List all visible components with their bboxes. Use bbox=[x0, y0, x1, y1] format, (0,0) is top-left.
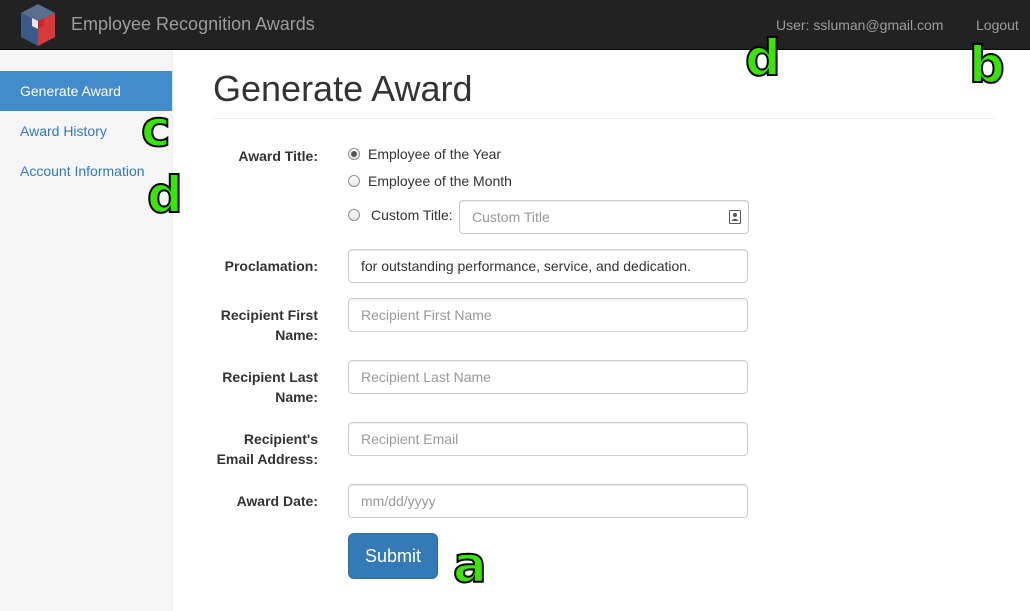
first-name-label-line1: Recipient First bbox=[220, 307, 318, 323]
radio-button[interactable] bbox=[348, 175, 360, 187]
first-name-label-line2: Name: bbox=[275, 327, 318, 343]
top-navbar: Employee Recognition Awards User: ssluma… bbox=[0, 0, 1030, 50]
first-name-label: Recipient First Name: bbox=[168, 305, 318, 345]
brand-title[interactable]: Employee Recognition Awards bbox=[71, 14, 315, 35]
radio-custom-title[interactable]: Custom Title: bbox=[348, 207, 453, 223]
radio-button[interactable] bbox=[348, 209, 360, 221]
email-label-line2: Email Address: bbox=[216, 451, 318, 467]
award-date-input[interactable] bbox=[348, 484, 748, 518]
radio-label: Employee of the Month bbox=[368, 173, 512, 189]
award-title-label: Award Title: bbox=[238, 148, 318, 164]
radio-employee-of-the-year[interactable]: Employee of the Year bbox=[348, 146, 501, 162]
logout-link[interactable]: Logout bbox=[976, 17, 1019, 33]
proclamation-input[interactable] bbox=[348, 249, 748, 283]
page-title: Generate Award bbox=[213, 68, 473, 109]
email-label: Recipient's Email Address: bbox=[168, 429, 318, 469]
annotation-d-top: d bbox=[744, 29, 782, 87]
last-name-label-line1: Recipient Last bbox=[222, 369, 318, 385]
email-label-line1: Recipient's bbox=[243, 431, 318, 447]
last-name-label: Recipient Last Name: bbox=[168, 367, 318, 407]
annotation-c: c bbox=[140, 100, 172, 158]
annotation-b: b bbox=[968, 36, 1006, 94]
cube-logo-icon[interactable] bbox=[18, 2, 58, 48]
contact-card-icon[interactable] bbox=[729, 210, 741, 224]
proclamation-label: Proclamation: bbox=[224, 258, 318, 274]
annotation-a: a bbox=[452, 536, 488, 594]
radio-label: Custom Title: bbox=[371, 207, 453, 223]
annotation-d-side: d bbox=[146, 166, 184, 224]
radio-employee-of-the-month[interactable]: Employee of the Month bbox=[348, 173, 512, 189]
user-email: User: ssluman@gmail.com bbox=[776, 17, 944, 33]
title-divider bbox=[213, 118, 995, 119]
custom-title-input[interactable] bbox=[459, 200, 749, 234]
radio-label: Employee of the Year bbox=[368, 146, 502, 162]
radio-button[interactable] bbox=[348, 148, 360, 160]
first-name-input[interactable] bbox=[348, 298, 748, 332]
last-name-input[interactable] bbox=[348, 360, 748, 394]
email-input[interactable] bbox=[348, 422, 748, 456]
award-date-label: Award Date: bbox=[236, 493, 318, 509]
submit-button[interactable]: Submit bbox=[348, 533, 438, 579]
last-name-label-line2: Name: bbox=[275, 389, 318, 405]
